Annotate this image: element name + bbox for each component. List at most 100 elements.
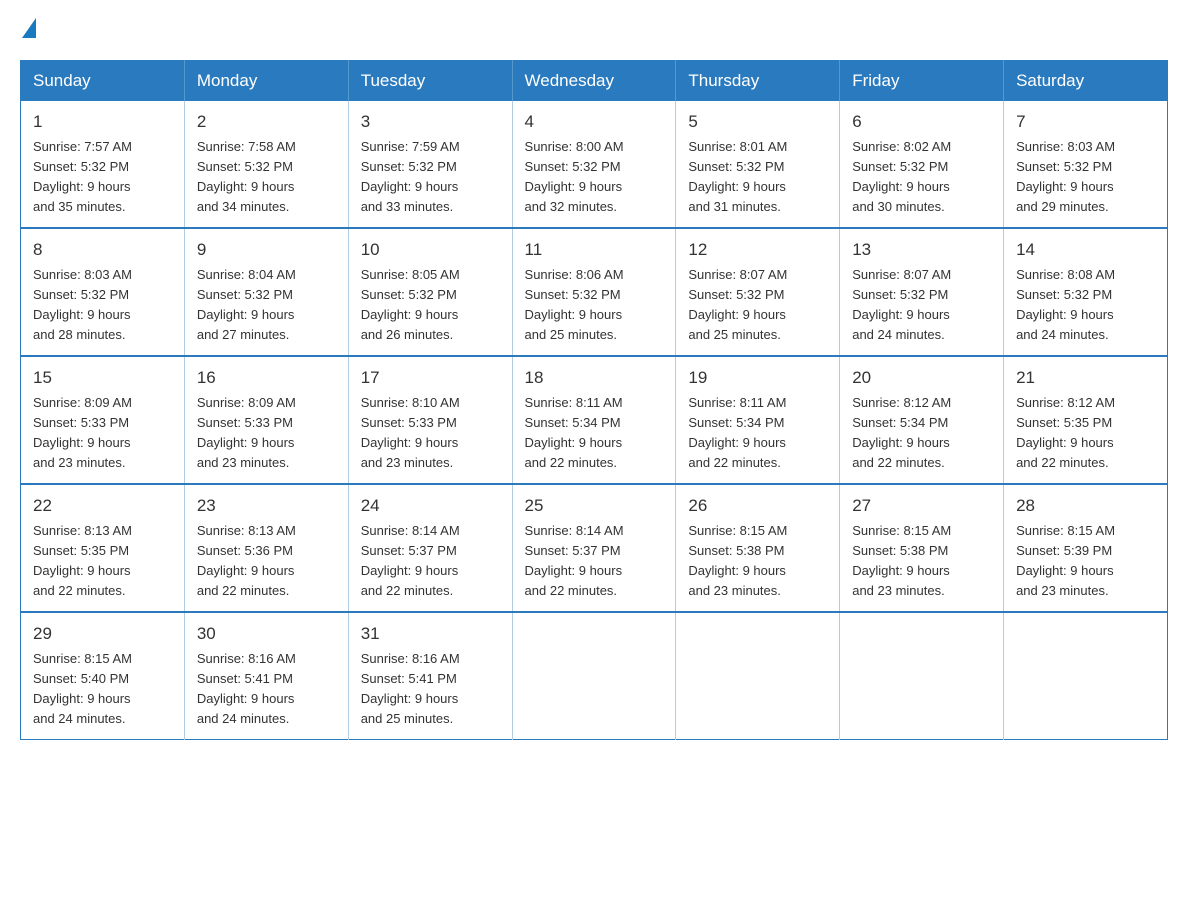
day-info: Sunrise: 8:13 AM Sunset: 5:36 PM Dayligh… [197,521,336,602]
day-number: 23 [197,493,336,519]
calendar-cell: 24 Sunrise: 8:14 AM Sunset: 5:37 PM Dayl… [348,484,512,612]
day-number: 26 [688,493,827,519]
day-info: Sunrise: 8:08 AM Sunset: 5:32 PM Dayligh… [1016,265,1155,346]
calendar-cell [840,612,1004,740]
calendar-cell: 19 Sunrise: 8:11 AM Sunset: 5:34 PM Dayl… [676,356,840,484]
calendar-cell [676,612,840,740]
day-number: 13 [852,237,991,263]
day-info: Sunrise: 8:11 AM Sunset: 5:34 PM Dayligh… [525,393,664,474]
day-number: 2 [197,109,336,135]
day-number: 18 [525,365,664,391]
logo-text [20,20,38,40]
calendar-cell: 21 Sunrise: 8:12 AM Sunset: 5:35 PM Dayl… [1004,356,1168,484]
calendar-week-3: 15 Sunrise: 8:09 AM Sunset: 5:33 PM Dayl… [21,356,1168,484]
day-number: 1 [33,109,172,135]
day-number: 24 [361,493,500,519]
day-number: 16 [197,365,336,391]
calendar-cell: 5 Sunrise: 8:01 AM Sunset: 5:32 PM Dayli… [676,101,840,228]
calendar-cell: 17 Sunrise: 8:10 AM Sunset: 5:33 PM Dayl… [348,356,512,484]
calendar-cell: 12 Sunrise: 8:07 AM Sunset: 5:32 PM Dayl… [676,228,840,356]
day-number: 31 [361,621,500,647]
day-info: Sunrise: 8:07 AM Sunset: 5:32 PM Dayligh… [688,265,827,346]
day-info: Sunrise: 8:14 AM Sunset: 5:37 PM Dayligh… [361,521,500,602]
calendar-cell: 26 Sunrise: 8:15 AM Sunset: 5:38 PM Dayl… [676,484,840,612]
day-info: Sunrise: 8:09 AM Sunset: 5:33 PM Dayligh… [197,393,336,474]
day-number: 5 [688,109,827,135]
day-number: 6 [852,109,991,135]
calendar-cell: 3 Sunrise: 7:59 AM Sunset: 5:32 PM Dayli… [348,101,512,228]
column-header-sunday: Sunday [21,61,185,102]
day-number: 20 [852,365,991,391]
day-number: 10 [361,237,500,263]
day-number: 28 [1016,493,1155,519]
day-info: Sunrise: 8:00 AM Sunset: 5:32 PM Dayligh… [525,137,664,218]
day-info: Sunrise: 7:57 AM Sunset: 5:32 PM Dayligh… [33,137,172,218]
day-info: Sunrise: 7:58 AM Sunset: 5:32 PM Dayligh… [197,137,336,218]
day-number: 19 [688,365,827,391]
calendar-cell: 16 Sunrise: 8:09 AM Sunset: 5:33 PM Dayl… [184,356,348,484]
calendar-cell: 4 Sunrise: 8:00 AM Sunset: 5:32 PM Dayli… [512,101,676,228]
page-header [20,20,1168,40]
calendar-cell: 7 Sunrise: 8:03 AM Sunset: 5:32 PM Dayli… [1004,101,1168,228]
calendar-cell: 20 Sunrise: 8:12 AM Sunset: 5:34 PM Dayl… [840,356,1004,484]
day-info: Sunrise: 8:02 AM Sunset: 5:32 PM Dayligh… [852,137,991,218]
day-info: Sunrise: 8:03 AM Sunset: 5:32 PM Dayligh… [1016,137,1155,218]
calendar-cell [512,612,676,740]
column-header-saturday: Saturday [1004,61,1168,102]
calendar-cell: 31 Sunrise: 8:16 AM Sunset: 5:41 PM Dayl… [348,612,512,740]
day-info: Sunrise: 8:15 AM Sunset: 5:39 PM Dayligh… [1016,521,1155,602]
calendar-cell: 2 Sunrise: 7:58 AM Sunset: 5:32 PM Dayli… [184,101,348,228]
day-info: Sunrise: 8:16 AM Sunset: 5:41 PM Dayligh… [361,649,500,730]
day-number: 27 [852,493,991,519]
logo [20,20,38,40]
day-info: Sunrise: 8:12 AM Sunset: 5:35 PM Dayligh… [1016,393,1155,474]
day-info: Sunrise: 8:15 AM Sunset: 5:38 PM Dayligh… [852,521,991,602]
calendar-cell: 23 Sunrise: 8:13 AM Sunset: 5:36 PM Dayl… [184,484,348,612]
column-header-friday: Friday [840,61,1004,102]
day-info: Sunrise: 8:09 AM Sunset: 5:33 PM Dayligh… [33,393,172,474]
calendar-cell: 1 Sunrise: 7:57 AM Sunset: 5:32 PM Dayli… [21,101,185,228]
day-info: Sunrise: 8:15 AM Sunset: 5:38 PM Dayligh… [688,521,827,602]
day-number: 4 [525,109,664,135]
calendar-cell: 14 Sunrise: 8:08 AM Sunset: 5:32 PM Dayl… [1004,228,1168,356]
day-info: Sunrise: 8:05 AM Sunset: 5:32 PM Dayligh… [361,265,500,346]
calendar-cell: 10 Sunrise: 8:05 AM Sunset: 5:32 PM Dayl… [348,228,512,356]
calendar-header-row: SundayMondayTuesdayWednesdayThursdayFrid… [21,61,1168,102]
day-number: 9 [197,237,336,263]
calendar-cell: 15 Sunrise: 8:09 AM Sunset: 5:33 PM Dayl… [21,356,185,484]
calendar-cell: 30 Sunrise: 8:16 AM Sunset: 5:41 PM Dayl… [184,612,348,740]
day-number: 25 [525,493,664,519]
calendar-table: SundayMondayTuesdayWednesdayThursdayFrid… [20,60,1168,740]
day-number: 17 [361,365,500,391]
calendar-cell: 11 Sunrise: 8:06 AM Sunset: 5:32 PM Dayl… [512,228,676,356]
day-number: 7 [1016,109,1155,135]
logo-triangle-icon [22,18,36,38]
day-number: 21 [1016,365,1155,391]
calendar-cell: 25 Sunrise: 8:14 AM Sunset: 5:37 PM Dayl… [512,484,676,612]
day-info: Sunrise: 8:07 AM Sunset: 5:32 PM Dayligh… [852,265,991,346]
day-info: Sunrise: 8:11 AM Sunset: 5:34 PM Dayligh… [688,393,827,474]
day-info: Sunrise: 8:14 AM Sunset: 5:37 PM Dayligh… [525,521,664,602]
day-info: Sunrise: 8:03 AM Sunset: 5:32 PM Dayligh… [33,265,172,346]
day-info: Sunrise: 8:06 AM Sunset: 5:32 PM Dayligh… [525,265,664,346]
calendar-cell: 8 Sunrise: 8:03 AM Sunset: 5:32 PM Dayli… [21,228,185,356]
calendar-week-4: 22 Sunrise: 8:13 AM Sunset: 5:35 PM Dayl… [21,484,1168,612]
column-header-tuesday: Tuesday [348,61,512,102]
day-number: 12 [688,237,827,263]
day-number: 15 [33,365,172,391]
day-info: Sunrise: 8:16 AM Sunset: 5:41 PM Dayligh… [197,649,336,730]
day-number: 11 [525,237,664,263]
day-number: 29 [33,621,172,647]
calendar-cell: 22 Sunrise: 8:13 AM Sunset: 5:35 PM Dayl… [21,484,185,612]
day-number: 14 [1016,237,1155,263]
calendar-week-2: 8 Sunrise: 8:03 AM Sunset: 5:32 PM Dayli… [21,228,1168,356]
day-info: Sunrise: 7:59 AM Sunset: 5:32 PM Dayligh… [361,137,500,218]
day-info: Sunrise: 8:15 AM Sunset: 5:40 PM Dayligh… [33,649,172,730]
calendar-cell [1004,612,1168,740]
calendar-cell: 29 Sunrise: 8:15 AM Sunset: 5:40 PM Dayl… [21,612,185,740]
day-number: 22 [33,493,172,519]
calendar-cell: 18 Sunrise: 8:11 AM Sunset: 5:34 PM Dayl… [512,356,676,484]
day-info: Sunrise: 8:10 AM Sunset: 5:33 PM Dayligh… [361,393,500,474]
day-info: Sunrise: 8:12 AM Sunset: 5:34 PM Dayligh… [852,393,991,474]
day-info: Sunrise: 8:13 AM Sunset: 5:35 PM Dayligh… [33,521,172,602]
